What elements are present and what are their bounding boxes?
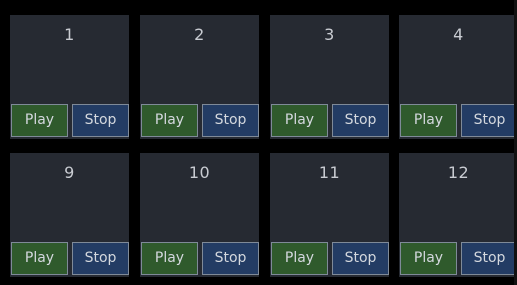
tile-number: 3: [324, 25, 335, 44]
play-button[interactable]: Play: [11, 242, 68, 275]
player-tile: 4 Play Stop: [399, 15, 517, 139]
play-button[interactable]: Play: [400, 104, 457, 137]
tile-number: 2: [194, 25, 205, 44]
play-button[interactable]: Play: [141, 242, 198, 275]
stop-button[interactable]: Stop: [72, 104, 129, 137]
player-tile: 2 Play Stop: [140, 15, 259, 139]
stop-button[interactable]: Stop: [202, 104, 259, 137]
play-button[interactable]: Play: [400, 242, 457, 275]
player-tile: 12 Play Stop: [399, 153, 517, 277]
stop-button[interactable]: Stop: [72, 242, 129, 275]
stop-button[interactable]: Stop: [332, 104, 389, 137]
stop-button[interactable]: Stop: [461, 104, 517, 137]
tile-number: 9: [64, 163, 75, 182]
tile-number: 10: [188, 163, 211, 182]
player-grid: 1 Play Stop 2 Play Stop 3 Play Stop 4 Pl…: [0, 0, 517, 285]
play-button[interactable]: Play: [271, 242, 328, 275]
tile-number: 4: [453, 25, 464, 44]
tile-number: 1: [64, 25, 75, 44]
play-button[interactable]: Play: [11, 104, 68, 137]
player-tile: 9 Play Stop: [10, 153, 129, 277]
player-tile: 1 Play Stop: [10, 15, 129, 139]
tile-number: 11: [318, 163, 341, 182]
play-button[interactable]: Play: [271, 104, 328, 137]
player-tile: 10 Play Stop: [140, 153, 259, 277]
player-tile: 3 Play Stop: [270, 15, 389, 139]
player-tile: 11 Play Stop: [270, 153, 389, 277]
stop-button[interactable]: Stop: [202, 242, 259, 275]
stop-button[interactable]: Stop: [461, 242, 517, 275]
play-button[interactable]: Play: [141, 104, 198, 137]
tile-number: 12: [447, 163, 470, 182]
stop-button[interactable]: Stop: [332, 242, 389, 275]
